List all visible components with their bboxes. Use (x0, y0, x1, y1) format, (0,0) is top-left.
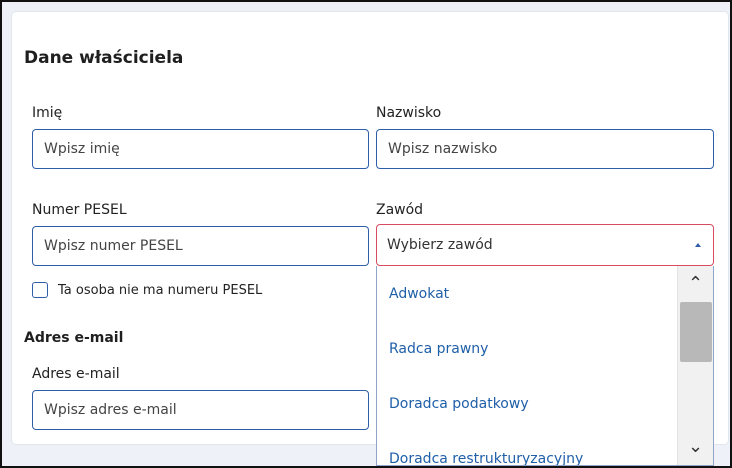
section-title: Dane właściciela (24, 48, 184, 68)
first-name-label: Imię (32, 105, 63, 121)
occupation-options-list: Adwokat Radca prawny Doradca podatkowy D… (377, 266, 677, 466)
last-name-label: Nazwisko (376, 105, 442, 121)
occupation-option-doradca-restrukturyzacyjny[interactable]: Doradca restrukturyzacyjny (377, 431, 677, 466)
occupation-label: Zawód (376, 202, 424, 218)
occupation-dropdown: Adwokat Radca prawny Doradca podatkowy D… (376, 266, 714, 466)
no-pesel-checkbox[interactable] (32, 282, 48, 298)
pesel-input[interactable] (32, 226, 369, 266)
occupation-option-adwokat[interactable]: Adwokat (377, 266, 677, 321)
occupation-select[interactable]: Wybierz zawód (376, 224, 714, 266)
occupation-select-value: Wybierz zawód (387, 237, 493, 253)
no-pesel-checkbox-label: Ta osoba nie ma numeru PESEL (58, 282, 263, 298)
occupation-option-radca-prawny[interactable]: Radca prawny (377, 321, 677, 376)
pesel-label: Numer PESEL (32, 202, 127, 218)
no-pesel-checkbox-row[interactable]: Ta osoba nie ma numeru PESEL (32, 282, 262, 298)
email-input[interactable] (32, 390, 369, 430)
dropdown-scrollbar[interactable]: ⌃ ⌄ (677, 266, 713, 465)
page-frame: Dane właściciela Imię Nazwisko Numer PES… (0, 0, 732, 468)
email-label: Adres e-mail (32, 366, 120, 382)
chevron-down-icon[interactable]: ⌄ (678, 433, 713, 461)
occupation-option-doradca-podatkowy[interactable]: Doradca podatkowy (377, 376, 677, 431)
scrollbar-thumb[interactable] (680, 302, 712, 362)
first-name-input[interactable] (32, 129, 369, 169)
last-name-input[interactable] (376, 129, 714, 169)
caret-up-icon (695, 243, 701, 247)
email-section-heading: Adres e-mail (24, 330, 124, 346)
chevron-up-icon[interactable]: ⌃ (678, 270, 713, 298)
